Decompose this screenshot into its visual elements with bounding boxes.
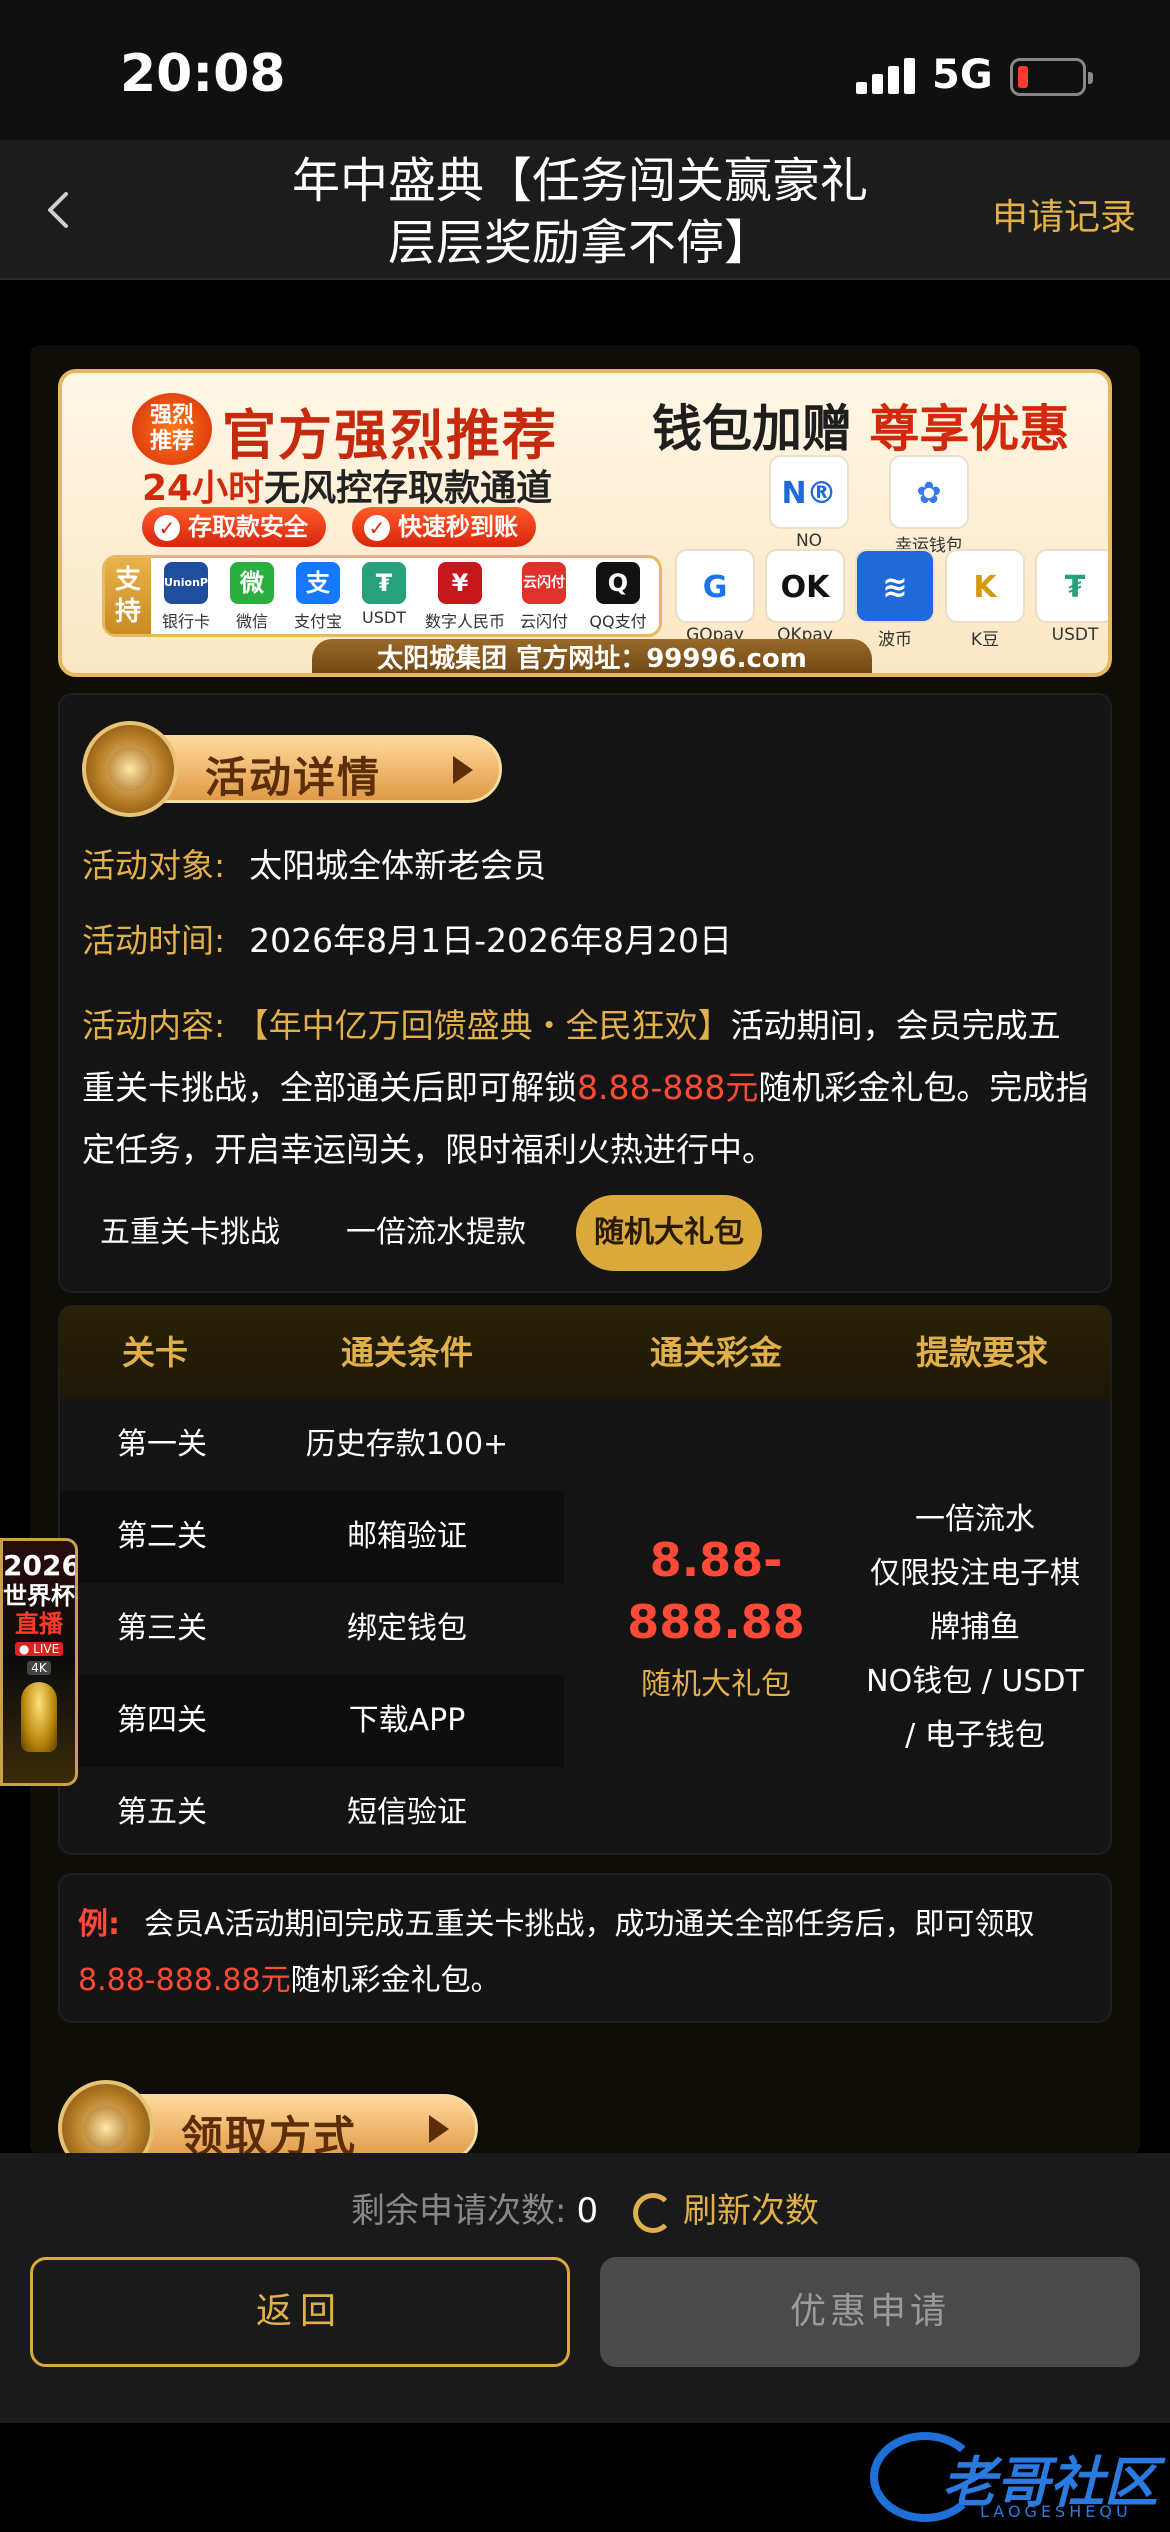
wallet-bonus-title: 钱包加赠 尊享优惠 [652,400,1070,458]
activity-target: 活动对象: 太阳城全体新老会员 [82,846,547,885]
check-icon: ✓ [364,515,390,541]
table-row: 第二关 邮箱验证 [60,1491,564,1583]
okpay-icon: OK OKpay [762,549,848,645]
main-content[interactable]: 强烈 推荐 官方强烈推荐 24小时无风控存取款通道 ✓ 存取款安全 ✓ 快速秒到账 … [30,345,1140,2155]
chevron-left-icon[interactable] [30,180,90,240]
table-row: 第四关 下载APP [60,1675,564,1767]
apply-promo-button[interactable]: 优惠申请 [600,2257,1140,2367]
banner-footer: 太阳城集团 官方网址：99996.com [312,639,872,673]
alipay-icon: 支支付宝 [283,562,353,632]
fast-pill: ✓ 快速秒到账 [352,507,536,547]
qq-pay-icon: Q QQ支付 [583,562,653,632]
table-header: 关卡 通关条件 通关彩金 提款要求 [60,1307,1110,1399]
header-requirement: 提款要求 [916,1333,1048,1372]
refresh-icon [632,2192,673,2233]
withdraw-requirement: 一倍流水 仅限投注电子棋 牌捕鱼 NO钱包 / USDT / 电子钱包 [866,1502,1084,1753]
play-arrow-icon [429,2115,449,2143]
bottom-action-panel: 剩余申请次数: 0 刷新次数 返回 优惠申请 [0,2153,1170,2423]
wechat-icon: 微微信 [217,562,287,632]
kdou-icon: K K豆 [942,549,1028,650]
refresh-count-button[interactable]: 刷新次数 [632,2191,819,2233]
apply-record-link[interactable]: 申请记录 [992,188,1136,240]
payment-methods: 支持 UnionPay 银行卡 微微信 支支付宝 ₮ USDT ¥ 数字人民币 云闪付… [102,555,662,637]
trophy-icon [21,1682,57,1752]
activity-time: 活动时间: 2026年8月1日-2026年8月20日 [82,921,732,960]
medal-icon [82,721,178,817]
back-button[interactable]: 返回 [30,2257,570,2367]
remaining-count: 剩余申请次数: 0 刷新次数 [351,2191,819,2233]
header-prize: 通关彩金 [650,1333,782,1372]
tab-random-gift[interactable]: 随机大礼包 [576,1195,762,1271]
usdt-icon: ₮ USDT [349,562,419,627]
levels-table: 关卡 通关条件 通关彩金 提款要求 第一关 历史存款100+ 第二关 邮箱验证 … [58,1305,1112,1855]
watermark-logo: 老哥社区 LAOGESHEQU [870,2428,1160,2524]
network-type: 5G [932,52,993,98]
status-time: 20:08 [120,44,286,104]
safe-pill: ✓ 存取款安全 [142,507,326,547]
tab-five-levels[interactable]: 五重关卡挑战 [82,1195,298,1271]
digital-rmb-icon: ¥ 数字人民币 [425,562,505,632]
example-text: 例: 会员A活动期间完成五重关卡挑战，成功通关全部任务后，即可领取8.88-888… [78,1907,1035,1998]
table-row: 第五关 短信验证 [117,1795,467,1830]
status-bar: 20:08 5G [0,0,1170,140]
header-level: 关卡 [122,1333,188,1372]
cloud-quickpass-icon: 云闪付 云闪付 [509,562,579,632]
table-row: 第三关 绑定钱包 [117,1611,467,1646]
promo-banner[interactable]: 强烈 推荐 官方强烈推荐 24小时无风控存取款通道 ✓ 存取款安全 ✓ 快速秒到账 … [58,369,1112,677]
header-condition: 通关条件 [341,1333,473,1372]
gopay-icon: G GOpay [672,549,758,645]
section-header-details: 活动详情 [82,721,502,817]
page-title-line2: 层层奖励拿不停】 [387,215,772,271]
page-title-line1: 年中盛典【任务闯关赢豪礼 [291,153,868,209]
bank-card-icon: UnionPay 银行卡 [151,562,222,632]
medal-icon [58,2080,154,2155]
battery-icon [1010,58,1093,96]
check-icon: ✓ [154,515,180,541]
signal-icon [856,58,916,94]
section-header-claim: 领取方式 [58,2080,478,2155]
page-title: 年中盛典【任务闯关赢豪礼 层层奖励拿不停】 [230,150,930,274]
worldcup-live-float[interactable]: 2026 世界杯 直播 ● LIVE 4K [0,1538,78,1786]
prize-amount: 8.88- 888.88 随机大礼包 [627,1533,805,1702]
table-row: 第一关 历史存款100+ [117,1427,509,1462]
no-wallet-icon: N® NO [766,455,852,551]
activity-content: 活动内容: 【年中亿万回馈盛典・全民狂欢】活动期间，会员完成五重关卡挑战，全部通… [82,1006,1089,1169]
lucky-wallet-icon: ✿ 幸运钱包 [886,455,972,556]
support-label: 支持 [105,558,151,634]
tab-one-turnover[interactable]: 一倍流水提款 [328,1195,544,1271]
recommend-badge: 强烈 推荐 [132,393,212,465]
play-arrow-icon [453,756,473,784]
usdt-wallet-icon: ₮ USDT [1032,549,1108,645]
activity-details-card: 活动详情 活动对象: 太阳城全体新老会员 活动时间: 2026年8月1日-2026年… [58,693,1112,1293]
nav-bar: 年中盛典【任务闯关赢豪礼 层层奖励拿不停】 申请记录 [0,140,1170,280]
banner-subtitle: 24小时无风控存取款通道 [142,468,553,509]
bobi-icon: ≋ 波币 [852,549,938,650]
example-card: 例: 会员A活动期间完成五重关卡挑战，成功通关全部任务后，即可领取8.88-888… [58,1873,1112,2023]
